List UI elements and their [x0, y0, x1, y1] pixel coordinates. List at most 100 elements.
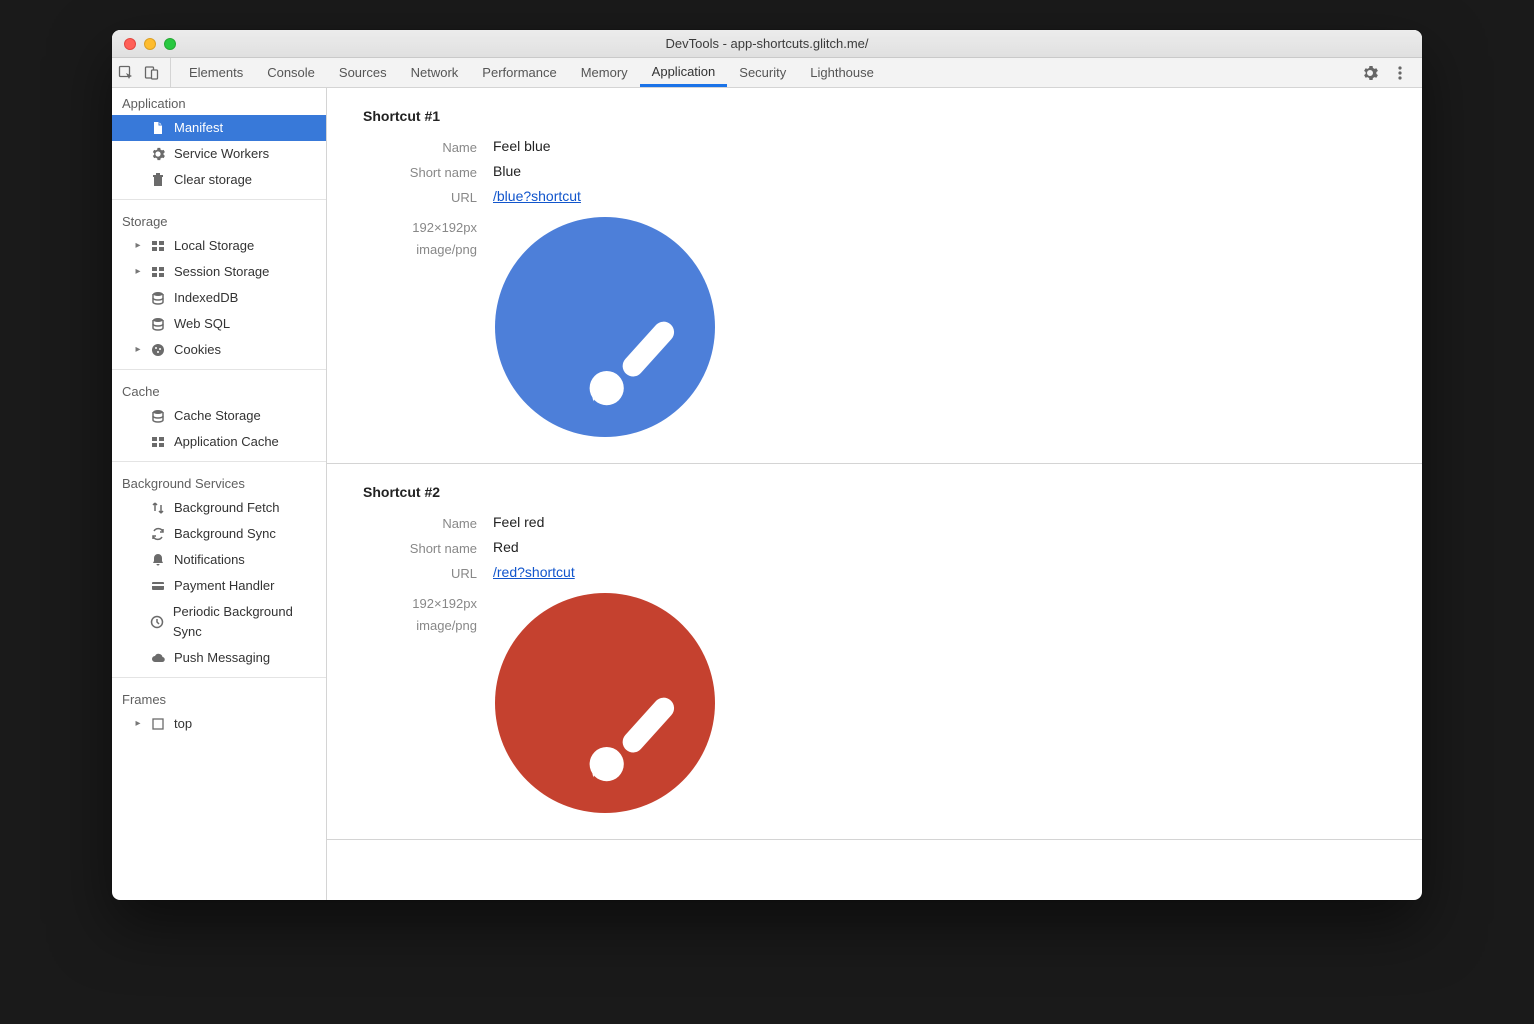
- shortcut-section-1: Shortcut #1 NameFeel blue Short nameBlue…: [327, 88, 1422, 464]
- sidebar-group-application: Application: [112, 88, 326, 115]
- grid-icon: [150, 264, 166, 280]
- sidebar-item-label: Cookies: [174, 340, 221, 360]
- maximize-icon[interactable]: [164, 38, 176, 50]
- cloud-icon: [150, 650, 166, 666]
- chevron-right-icon: ▸: [134, 340, 142, 360]
- sidebar-group-background-services: Background Services: [112, 468, 326, 495]
- sidebar-group-storage: Storage: [112, 206, 326, 233]
- sidebar-item-notifications[interactable]: Notifications: [112, 547, 326, 573]
- sidebar-item-push-messaging[interactable]: Push Messaging: [112, 645, 326, 671]
- bell-icon: [150, 552, 166, 568]
- db-icon: [150, 316, 166, 332]
- sidebar-item-session-storage[interactable]: ▸ Session Storage: [112, 259, 326, 285]
- window-controls: [112, 38, 176, 50]
- sidebar-item-payment-handler[interactable]: Payment Handler: [112, 573, 326, 599]
- shortcut-heading: Shortcut #1: [363, 108, 1386, 124]
- shortcut-icon: [495, 593, 715, 813]
- tab-network[interactable]: Network: [399, 58, 471, 87]
- gear-icon: [150, 146, 166, 162]
- brush-icon: [582, 314, 677, 409]
- frame-icon: [150, 716, 166, 732]
- sidebar-item-label: Notifications: [174, 550, 245, 570]
- value-name: Feel red: [493, 514, 544, 530]
- sidebar-item-label: Manifest: [174, 118, 223, 138]
- label-url: URL: [363, 188, 493, 205]
- sidebar-item-clear-storage[interactable]: Clear storage: [112, 167, 326, 193]
- sidebar: Application Manifest Service Workers Clear …: [112, 88, 327, 900]
- sidebar-item-label: Application Cache: [174, 432, 279, 452]
- sidebar-item-background-sync[interactable]: Background Sync: [112, 521, 326, 547]
- inspect-icon[interactable]: [118, 65, 134, 81]
- sidebar-item-cookies[interactable]: ▸ Cookies: [112, 337, 326, 363]
- file-icon: [150, 120, 166, 136]
- tab-sources[interactable]: Sources: [327, 58, 399, 87]
- shortcut-heading: Shortcut #2: [363, 484, 1386, 500]
- updown-icon: [150, 500, 166, 516]
- label-short-name: Short name: [363, 163, 493, 180]
- sidebar-item-label: Push Messaging: [174, 648, 270, 668]
- close-icon[interactable]: [124, 38, 136, 50]
- sidebar-item-label: Session Storage: [174, 262, 269, 282]
- chevron-right-icon: ▸: [134, 236, 142, 256]
- sidebar-item-periodic-background-sync[interactable]: Periodic Background Sync: [112, 599, 326, 645]
- sidebar-item-label: Payment Handler: [174, 576, 274, 596]
- sidebar-item-label: Periodic Background Sync: [173, 602, 318, 642]
- minimize-icon[interactable]: [144, 38, 156, 50]
- label-url: URL: [363, 564, 493, 581]
- card-icon: [150, 578, 166, 594]
- sidebar-item-indexeddb[interactable]: IndexedDB: [112, 285, 326, 311]
- value-url: /blue?shortcut: [493, 188, 581, 204]
- sidebar-item-label: Cache Storage: [174, 406, 261, 426]
- label-name: Name: [363, 138, 493, 155]
- tab-lighthouse[interactable]: Lighthouse: [798, 58, 886, 87]
- sidebar-item-label: Background Sync: [174, 524, 276, 544]
- tab-elements[interactable]: Elements: [177, 58, 255, 87]
- tab-application[interactable]: Application: [640, 58, 728, 87]
- sidebar-item-web-sql[interactable]: Web SQL: [112, 311, 326, 337]
- shortcut-section-2: Shortcut #2 NameFeel red Short nameRed U…: [327, 464, 1422, 840]
- sidebar-item-application-cache[interactable]: Application Cache: [112, 429, 326, 455]
- more-icon[interactable]: [1392, 65, 1408, 81]
- brush-icon: [582, 690, 677, 785]
- db-icon: [150, 408, 166, 424]
- sidebar-item-local-storage[interactable]: ▸ Local Storage: [112, 233, 326, 259]
- sidebar-item-label: Web SQL: [174, 314, 230, 334]
- sidebar-item-top[interactable]: ▸ top: [112, 711, 326, 737]
- toolbar: ElementsConsoleSourcesNetworkPerformance…: [112, 58, 1422, 88]
- devtools-window: DevTools - app-shortcuts.glitch.me/ Elem…: [112, 30, 1422, 900]
- sidebar-item-background-fetch[interactable]: Background Fetch: [112, 495, 326, 521]
- sidebar-item-label: top: [174, 714, 192, 734]
- window-title: DevTools - app-shortcuts.glitch.me/: [112, 36, 1422, 51]
- tab-console[interactable]: Console: [255, 58, 327, 87]
- shortcut-icon: [495, 217, 715, 437]
- shortcut-url-link[interactable]: /blue?shortcut: [493, 188, 581, 204]
- grid-icon: [150, 238, 166, 254]
- sidebar-item-cache-storage[interactable]: Cache Storage: [112, 403, 326, 429]
- value-short-name: Blue: [493, 163, 521, 179]
- chevron-right-icon: ▸: [134, 714, 142, 734]
- device-icon[interactable]: [144, 65, 160, 81]
- titlebar: DevTools - app-shortcuts.glitch.me/: [112, 30, 1422, 58]
- label-name: Name: [363, 514, 493, 531]
- sidebar-item-label: Background Fetch: [174, 498, 280, 518]
- clock-icon: [150, 614, 165, 630]
- shortcut-url-link[interactable]: /red?shortcut: [493, 564, 575, 580]
- sync-icon: [150, 526, 166, 542]
- tab-memory[interactable]: Memory: [569, 58, 640, 87]
- gear-icon[interactable]: [1362, 65, 1378, 81]
- icon-meta: 192×192pximage/png: [363, 593, 493, 637]
- main-content[interactable]: Shortcut #1 NameFeel blue Short nameBlue…: [327, 88, 1422, 900]
- cookie-icon: [150, 342, 166, 358]
- value-short-name: Red: [493, 539, 519, 555]
- value-name: Feel blue: [493, 138, 551, 154]
- sidebar-group-cache: Cache: [112, 376, 326, 403]
- sidebar-item-manifest[interactable]: Manifest: [112, 115, 326, 141]
- sidebar-item-label: Service Workers: [174, 144, 269, 164]
- tab-performance[interactable]: Performance: [470, 58, 568, 87]
- sidebar-item-service-workers[interactable]: Service Workers: [112, 141, 326, 167]
- tab-security[interactable]: Security: [727, 58, 798, 87]
- sidebar-item-label: Local Storage: [174, 236, 254, 256]
- label-short-name: Short name: [363, 539, 493, 556]
- chevron-right-icon: ▸: [134, 262, 142, 282]
- icon-meta: 192×192pximage/png: [363, 217, 493, 261]
